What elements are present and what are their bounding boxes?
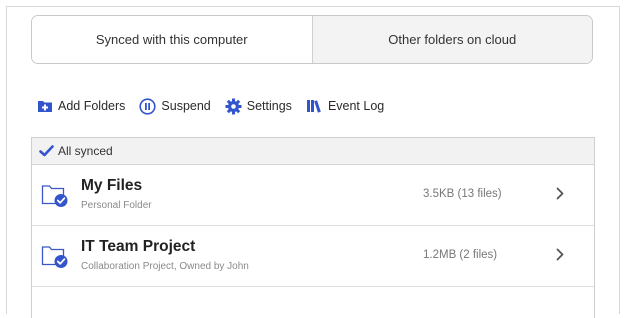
settings-button[interactable]: Settings — [225, 98, 292, 115]
suspend-button[interactable]: Suspend — [139, 97, 211, 115]
sync-status-bar: All synced — [32, 138, 594, 165]
chevron-right-icon[interactable] — [555, 187, 565, 200]
add-folders-label: Add Folders — [58, 99, 126, 113]
folder-description: Collaboration Project, Owned by John — [81, 261, 249, 272]
sync-status-label: All synced — [58, 144, 113, 158]
folder-description: Personal Folder — [81, 200, 152, 211]
add-folder-icon — [38, 101, 52, 112]
pause-icon — [139, 97, 157, 115]
checkmark-icon — [39, 145, 54, 157]
folder-row[interactable]: IT Team Project Collaboration Project, O… — [32, 226, 594, 287]
event-log-button[interactable]: Event Log — [306, 99, 384, 113]
toolbar: Add Folders Suspend Settings Event Log — [37, 95, 398, 117]
folder-row[interactable]: My Files Personal Folder 3.5KB (13 files… — [32, 165, 594, 226]
synced-folders-panel: All synced My Files Personal Folder 3.5K… — [31, 137, 595, 318]
folder-name: IT Team Project — [81, 238, 196, 255]
suspend-label: Suspend — [161, 99, 211, 113]
folder-size: 1.2MB (2 files) — [423, 249, 498, 261]
tab-synced[interactable]: Synced with this computer — [32, 16, 312, 63]
folder-name: My Files — [81, 177, 143, 194]
folder-size: 3.5KB (13 files) — [423, 188, 502, 200]
synced-folder-icon — [41, 246, 68, 268]
settings-label: Settings — [246, 99, 292, 113]
synced-folder-icon — [41, 185, 68, 207]
gear-icon — [225, 98, 242, 114]
tab-other-folders[interactable]: Other folders on cloud — [311, 16, 592, 63]
books-icon — [306, 100, 321, 113]
event-log-label: Event Log — [327, 99, 385, 113]
chevron-right-icon[interactable] — [555, 248, 565, 261]
add-folders-button[interactable]: Add Folders — [37, 99, 125, 113]
view-tabs: Synced with this computer Other folders … — [31, 15, 593, 64]
